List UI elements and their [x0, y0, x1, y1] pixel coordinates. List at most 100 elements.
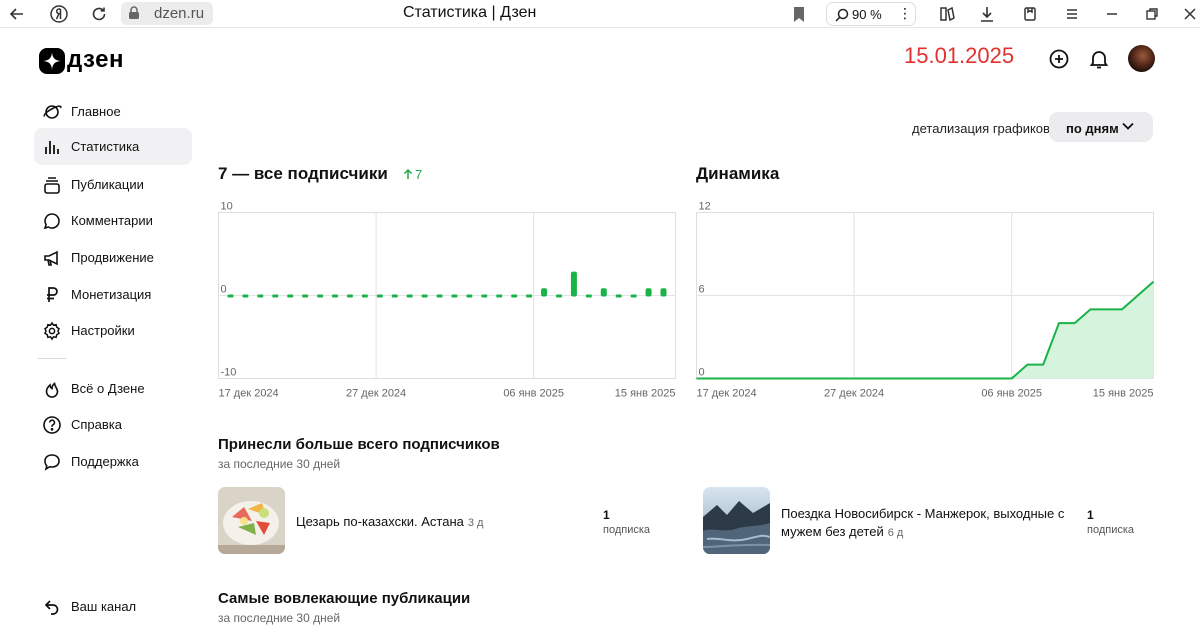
subscribers-delta: 7	[415, 167, 423, 182]
restore-icon[interactable]	[1142, 4, 1162, 24]
megaphone-icon	[42, 248, 62, 268]
tab-title: Статистика | Дзен	[403, 4, 537, 21]
chart-bar	[541, 288, 548, 297]
create-button[interactable]	[1047, 47, 1071, 71]
publication-title-text: мужем без детей	[781, 524, 884, 539]
engaging-subtitle: за последние 30 дней	[218, 611, 341, 625]
engaging-title: Самые вовлекающие публикации	[218, 590, 471, 607]
chart-bar	[645, 288, 652, 297]
sidebar-item-promotion[interactable]: Продвижение	[34, 239, 192, 276]
more-vertical-icon[interactable]: ⋮	[898, 5, 912, 22]
publication-card[interactable]: Поездка Новосибирск - Манжерок, выходные…	[703, 487, 1153, 555]
chart-bar	[317, 294, 324, 298]
sidebar-item-help[interactable]: Справка	[34, 406, 192, 443]
date-stamp: 15.01.2025	[904, 43, 1015, 68]
chart-bar	[511, 294, 518, 298]
publication-thumbnail	[703, 487, 770, 554]
publication-card[interactable]: Цезарь по-казахски. Астана 3 д 1 подписка	[218, 487, 678, 555]
notifications-button[interactable]	[1087, 47, 1111, 71]
chart-bar	[451, 294, 458, 298]
sidebar-item-support[interactable]: Поддержка	[34, 443, 192, 480]
collections-icon[interactable]	[1020, 4, 1040, 24]
chart-bar	[242, 294, 249, 298]
sidebar-item-comments[interactable]: Комментарии	[34, 202, 192, 239]
comment-icon	[42, 211, 62, 231]
chart-bar	[630, 294, 637, 298]
sidebar-item-your-channel[interactable]: Ваш канал	[34, 588, 192, 625]
sidebar-item-publications[interactable]: Публикации	[34, 166, 192, 203]
subscriptions-count: 1	[603, 508, 610, 522]
chart-bar	[600, 288, 607, 297]
publication-title: Поездка Новосибирск - Манжерок, выходные…	[781, 505, 1071, 542]
close-icon[interactable]	[1180, 4, 1200, 24]
publication-title: Цезарь по-казахски. Астана 3 д	[296, 513, 526, 532]
sidebar-item-settings[interactable]: Настройки	[34, 312, 192, 349]
subscriptions-count: 1	[1087, 508, 1094, 522]
menu-icon[interactable]	[1062, 4, 1082, 24]
sidebar-item-label: Настройки	[71, 323, 135, 338]
chart-bar	[227, 294, 234, 298]
chart-bar	[272, 294, 279, 298]
planet-icon	[42, 102, 62, 122]
arrow-up-icon	[403, 168, 413, 179]
sidebar-item-label: Ваш канал	[71, 599, 137, 614]
chart-bar	[660, 288, 667, 297]
yandex-icon[interactable]	[49, 4, 69, 24]
chart-bar	[421, 294, 428, 298]
support-chat-icon	[42, 452, 62, 472]
publication-age: 3 д	[467, 517, 484, 529]
bar-chart-icon	[42, 137, 62, 157]
subscribers-title: 7 — все подписчики	[218, 164, 388, 183]
sidebar-item-label: Поддержка	[71, 454, 139, 469]
x-tick-label: 06 янв 2025	[981, 388, 1042, 400]
chevron-down-icon	[1122, 122, 1134, 130]
chart-detail-select[interactable]: по дням	[1049, 112, 1153, 142]
address-bar[interactable]: dzen.ru	[121, 2, 213, 25]
bell-icon	[1089, 51, 1109, 69]
x-tick-label: 17 дек 2024	[219, 388, 279, 400]
sidebar-item-monetization[interactable]: Монетизация	[34, 276, 192, 313]
sidebar-item-label: Публикации	[71, 177, 144, 192]
subscriptions-unit: подписка	[603, 524, 651, 536]
minimize-icon[interactable]	[1102, 4, 1122, 24]
chart-bar	[391, 294, 398, 298]
chart-bar	[302, 294, 309, 298]
x-tick-label: 17 дек 2024	[697, 388, 757, 400]
logo-text: дзен	[67, 46, 124, 73]
sidebar-item-label: Статистика	[71, 139, 140, 154]
reload-icon[interactable]	[89, 4, 109, 24]
chart-bar	[376, 294, 383, 298]
chart-bar	[257, 294, 264, 298]
publication-age: 6 д	[887, 527, 904, 539]
y-tick-label: 12	[699, 201, 711, 213]
chart-bar	[615, 294, 622, 298]
chart-bar	[555, 294, 562, 298]
avatar[interactable]	[1128, 45, 1155, 72]
dynamics-area-chart: 17 дек 2024 27 дек 2024 06 янв 2025 15 янв …	[696, 201, 1155, 400]
ruble-icon	[42, 285, 62, 305]
x-tick-label: 06 янв 2025	[503, 388, 564, 400]
sidebar-item-label: Комментарии	[71, 213, 153, 228]
chart-bar	[481, 294, 488, 298]
chart-bar	[585, 294, 592, 298]
sidebar-item-about-dzen[interactable]: Всё о Дзене	[34, 370, 192, 407]
publications-icon	[42, 175, 62, 195]
chart-bar	[406, 294, 413, 298]
download-icon[interactable]	[977, 4, 997, 24]
chart-bar	[570, 271, 577, 297]
x-tick-label: 15 янв 2025	[615, 388, 676, 400]
sidebar-item-statistics[interactable]: Статистика	[34, 128, 192, 165]
subscribers-bar-chart: 17 дек 2024 27 дек 2024 06 янв 2025 15 янв …	[218, 201, 676, 400]
sidebar-item-label: Продвижение	[71, 250, 154, 265]
sidebar-item-main[interactable]: Главное	[34, 93, 192, 130]
back-arrow-icon	[42, 597, 62, 617]
bookmark-icon[interactable]	[789, 4, 809, 24]
chart-area-fill	[696, 281, 1154, 379]
back-icon[interactable]	[7, 4, 27, 24]
zoom-control[interactable]: 90 % ⋮	[826, 2, 916, 26]
reader-icon[interactable]	[937, 4, 957, 24]
sidebar-divider	[38, 358, 66, 359]
sidebar-item-label: Главное	[71, 104, 121, 119]
chart-detail-value: по дням	[1066, 121, 1119, 136]
zoom-icon	[835, 8, 849, 22]
